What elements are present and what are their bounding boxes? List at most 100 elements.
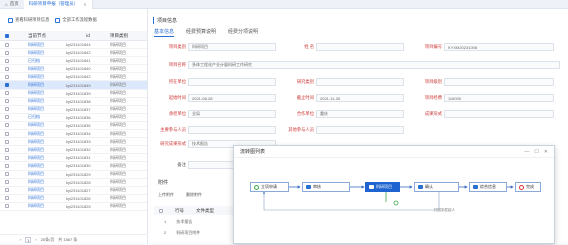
project-no-field[interactable]: KYXM20231008 [444, 43, 554, 51]
row-checkbox[interactable] [5, 83, 9, 88]
table-row[interactable]: 科研项目 kyl231101835 科研项目 [0, 122, 147, 131]
row-node[interactable]: 科研项目 [28, 42, 66, 48]
row-node[interactable]: 科研项目 [28, 122, 66, 128]
close-icon[interactable]: ✕ [83, 2, 86, 7]
row-checkbox[interactable] [5, 196, 9, 201]
attachment-row[interactable]: 1 技术报告 [154, 217, 192, 226]
row-node[interactable]: 科研项目 [28, 66, 66, 72]
row-node[interactable]: 科研项目 [28, 171, 66, 177]
row-checkbox[interactable] [5, 155, 9, 160]
row-checkbox[interactable] [5, 147, 9, 152]
row-checkbox[interactable] [5, 58, 9, 63]
row-checkbox[interactable] [5, 50, 9, 55]
table-row[interactable]: 科研项目 kyl231101842 科研项目 [0, 73, 147, 82]
subtab-basic[interactable]: 基本信息 [154, 28, 175, 37]
row-node[interactable]: 科研项目 [28, 82, 66, 88]
other-staff-field[interactable] [316, 126, 404, 134]
attachment-row[interactable]: 2 科研项目附件 [154, 228, 200, 237]
row-checkbox[interactable] [5, 139, 9, 144]
row-checkbox[interactable] [5, 204, 9, 209]
table-row[interactable]: 科研项目 kyl231101832 科研项目 [0, 146, 147, 155]
table-row[interactable]: 科研项目 kyl231101844 科研项目 [0, 41, 147, 50]
table-row[interactable]: 科研项目 kyl231101837 科研项目 [0, 106, 147, 114]
page-size[interactable]: 20条/页 [41, 237, 55, 243]
coop-field[interactable]: 重庆 [316, 110, 404, 118]
table-row[interactable]: 已归档 kyl231101836 科研项目 [0, 114, 147, 122]
attachment-select-all[interactable] [159, 208, 163, 213]
table-row[interactable]: 科研项目 kyl231101830 科研项目 [0, 162, 147, 171]
row-checkbox[interactable] [5, 107, 9, 112]
subtab-items[interactable]: 经费分项说明 [228, 28, 258, 37]
applicant-field[interactable] [316, 43, 404, 51]
row-node[interactable]: 已归档 [28, 58, 66, 64]
project-type-field[interactable]: 科研项目 [188, 43, 276, 51]
table-row[interactable]: 科研项目 kyl231101833 科研项目 [0, 138, 147, 147]
table-row[interactable]: 科研项目 kyl231101831 科研项目 [0, 154, 147, 163]
minimize-icon[interactable]: — [524, 149, 529, 155]
row-node[interactable]: 科研项目 [28, 195, 66, 201]
row-node[interactable]: 科研项目 [28, 155, 66, 161]
end-date-field[interactable]: 2021-11-30 [316, 94, 404, 102]
main-staff-field[interactable] [188, 126, 276, 134]
row-node[interactable]: 已归档 [28, 114, 66, 120]
table-row[interactable]: 科研项目 kyl231101834 科研项目 [0, 130, 147, 139]
flow-node-confirm[interactable]: 确认 [414, 182, 459, 192]
subtab-budget[interactable]: 经费预算说明 [186, 28, 216, 37]
tab-home[interactable]: ⌂ 首页 [0, 0, 24, 9]
flow-node-summary[interactable]: 综合信息 [469, 182, 507, 192]
delete-attachment-button[interactable]: 删除附件 [186, 192, 202, 198]
flow-node-start[interactable]: 立项申请 [250, 182, 289, 192]
row-checkbox[interactable] [5, 188, 9, 193]
row-checkbox[interactable] [5, 115, 9, 120]
maximize-icon[interactable]: ☐ [534, 149, 538, 155]
row-node[interactable]: 科研项目 [28, 131, 66, 137]
table-row[interactable]: 科研项目 kyl231101829 科研项目 [0, 171, 147, 179]
row-checkbox[interactable] [5, 172, 9, 177]
row-node[interactable]: 科研项目 [28, 50, 66, 56]
dept-field[interactable] [188, 78, 276, 86]
page-current[interactable]: 1 [25, 236, 32, 243]
flow-node-current[interactable]: 科研项目 [365, 182, 400, 192]
select-all-checkbox[interactable] [5, 33, 9, 38]
row-checkbox[interactable] [5, 123, 9, 128]
row-node[interactable]: 科研项目 [28, 203, 66, 209]
row-node[interactable]: 科研项目 [28, 163, 66, 169]
prev-page-icon[interactable]: ‹ [20, 237, 21, 242]
fund-field[interactable]: 116000 [444, 94, 554, 102]
all-workflow-button[interactable]: 全部工作流程数据 [55, 17, 97, 23]
row-checkbox[interactable] [5, 163, 9, 168]
level-field[interactable] [444, 78, 554, 86]
row-node[interactable]: 科研项目 [28, 98, 66, 104]
table-row[interactable]: 科研项目 kyl231101842 科研项目 [0, 49, 147, 58]
view-project-button[interactable]: 查看科研项目信息 [8, 17, 49, 23]
table-row[interactable]: 科研项目 kyl231101839 科研项目 [0, 90, 147, 98]
table-row[interactable]: 科研项目 kyl231101838 科研项目 [0, 98, 147, 106]
row-node[interactable]: 科研项目 [28, 74, 66, 80]
start-date-field[interactable]: 2021-08-28 [188, 94, 276, 102]
flow-node-end[interactable]: 完成 [515, 182, 541, 192]
result-field[interactable] [444, 110, 554, 118]
row-node[interactable]: 科研项目 [28, 106, 66, 112]
row-node[interactable]: 科研项目 [28, 147, 66, 153]
table-row[interactable]: 科研项目 kyl231101825 科研项目 [0, 203, 147, 211]
row-checkbox[interactable] [5, 42, 9, 47]
table-row[interactable]: 科研项目 kyl231101826 科研项目 [0, 195, 147, 203]
next-page-icon[interactable]: › [35, 237, 36, 242]
row-checkbox[interactable] [5, 74, 9, 79]
row-node[interactable]: 科研项目 [28, 139, 66, 145]
row-checkbox[interactable] [5, 131, 9, 136]
unit-field[interactable]: 全局 [188, 110, 276, 118]
row-node[interactable]: 科研项目 [28, 90, 66, 96]
close-icon[interactable]: ✕ [544, 149, 548, 155]
flow-node-review[interactable]: 审核 [302, 182, 350, 192]
row-checkbox[interactable] [5, 66, 9, 71]
table-row[interactable]: 科研项目 kyl231101840 科研项目 [0, 65, 147, 74]
row-checkbox[interactable] [5, 99, 9, 104]
row-checkbox[interactable] [5, 180, 9, 185]
tab-project-apply[interactable]: 科研项目申报（管理员） ✕ [23, 0, 93, 9]
table-row[interactable]: 科研项目 kyl231101827 科研项目 [0, 187, 147, 195]
table-row[interactable]: 科研项目 kyl231101849 科研项目 [0, 81, 147, 90]
row-checkbox[interactable] [5, 91, 9, 96]
row-node[interactable]: 科研项目 [28, 187, 66, 193]
upload-button[interactable]: 上传附件 [158, 192, 174, 198]
